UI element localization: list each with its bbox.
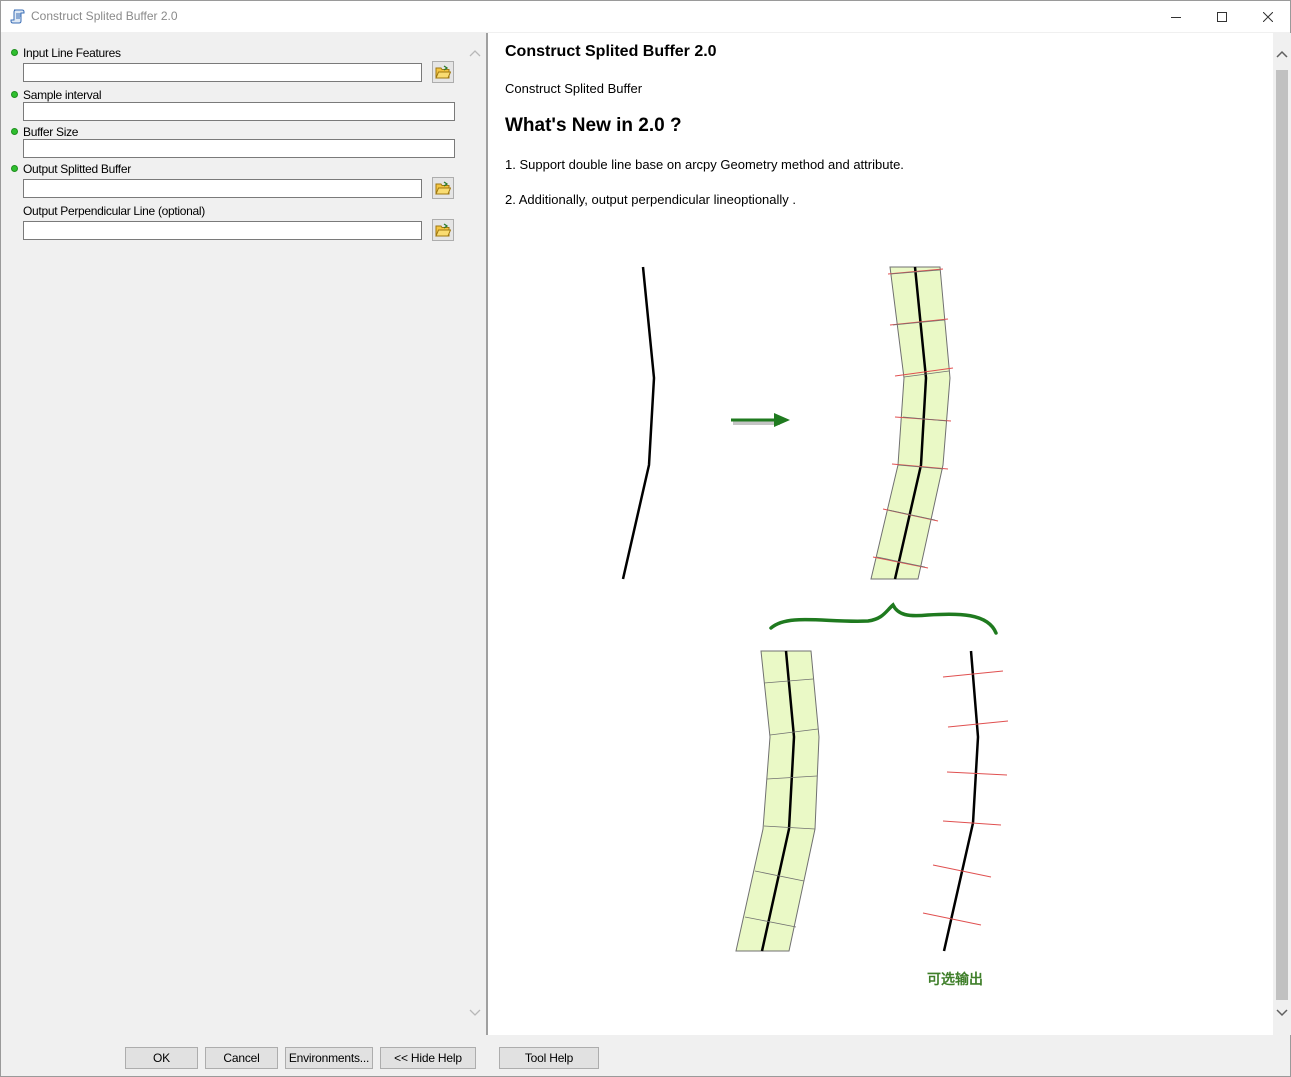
parameters-panel: Input Line Features Sample interval Buff… <box>3 33 466 1035</box>
minimize-button[interactable] <box>1153 1 1199 32</box>
param-label-input-line-features: Input Line Features <box>23 46 121 60</box>
help-panel: Construct Splited Buffer 2.0 Construct S… <box>488 33 1273 1035</box>
help-illustration <box>621 266 1009 952</box>
param-label-buffer-size: Buffer Size <box>23 125 79 139</box>
scroll-up-arrow-icon[interactable] <box>1276 50 1288 58</box>
window-title: Construct Splited Buffer 2.0 <box>31 9 178 23</box>
param-label-output-perpendicular-line: Output Perpendicular Line (optional) <box>23 204 205 218</box>
input-line-features-field[interactable] <box>23 63 422 82</box>
maximize-button[interactable] <box>1199 1 1245 32</box>
sample-interval-field[interactable] <box>23 102 455 121</box>
splitted-buffer-result <box>870 266 954 580</box>
required-indicator-icon <box>11 128 18 135</box>
cancel-button[interactable]: Cancel <box>205 1047 278 1069</box>
open-folder-icon <box>435 181 451 195</box>
close-button[interactable] <box>1245 1 1291 32</box>
scroll-down-arrow-icon[interactable] <box>469 1009 481 1017</box>
parameters-scrollbar[interactable] <box>466 33 484 1035</box>
required-indicator-icon <box>11 49 18 56</box>
environments-button[interactable]: Environments... <box>285 1047 373 1069</box>
input-line-shape <box>621 266 656 580</box>
browse-input-line-features-button[interactable] <box>432 61 454 83</box>
tool-dialog-window: Construct Splited Buffer 2.0 Input Line … <box>0 0 1291 1077</box>
param-label-sample-interval: Sample interval <box>23 88 102 102</box>
ok-button[interactable]: OK <box>125 1047 198 1069</box>
buffer-polygons-output <box>735 650 820 952</box>
maximize-icon <box>1217 11 1227 22</box>
scroll-down-arrow-icon[interactable] <box>1276 1009 1288 1017</box>
hide-help-button[interactable]: << Hide Help <box>380 1047 476 1069</box>
param-label-output-splitted-buffer: Output Splitted Buffer <box>23 162 131 176</box>
perpendicular-lines-output <box>922 650 1009 952</box>
tool-help-button[interactable]: Tool Help <box>499 1047 599 1069</box>
output-perpendicular-line-field[interactable] <box>23 221 422 240</box>
help-scrollbar[interactable] <box>1273 33 1291 1035</box>
browse-output-splitted-buffer-button[interactable] <box>432 177 454 199</box>
curly-brace-shape <box>769 602 998 635</box>
required-indicator-icon <box>11 91 18 98</box>
close-icon <box>1263 11 1273 22</box>
dialog-button-bar: OK Cancel Environments... << Hide Help T… <box>1 1036 1290 1076</box>
open-folder-icon <box>435 65 451 79</box>
browse-output-perpendicular-line-button[interactable] <box>432 219 454 241</box>
scroll-up-arrow-icon[interactable] <box>469 49 481 57</box>
script-tool-icon <box>10 9 25 24</box>
open-folder-icon <box>435 223 451 237</box>
output-splitted-buffer-field[interactable] <box>23 179 422 198</box>
title-bar: Construct Splited Buffer 2.0 <box>1 1 1290 32</box>
required-indicator-icon <box>11 165 18 172</box>
optional-output-caption: 可选输出 <box>927 971 983 987</box>
minimize-icon <box>1171 16 1181 18</box>
buffer-size-field[interactable] <box>23 139 455 158</box>
arrow-icon <box>731 413 790 427</box>
help-scrollbar-thumb[interactable] <box>1276 70 1288 1000</box>
